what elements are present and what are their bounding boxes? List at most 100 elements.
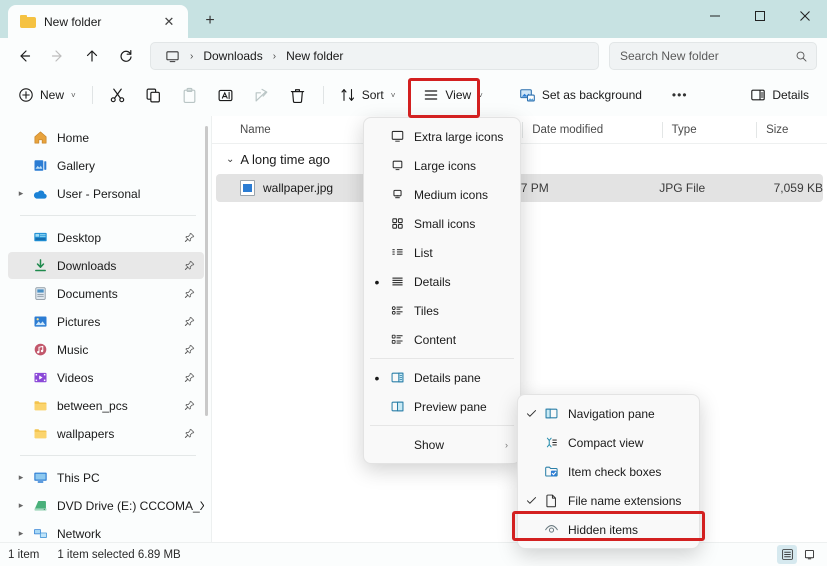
sidebar-item-wallpapers[interactable]: wallpapers — [8, 420, 204, 447]
sidebar-item-music[interactable]: Music — [8, 336, 204, 363]
sidebar-item-downloads[interactable]: Downloads — [8, 252, 204, 279]
pin-icon[interactable] — [184, 316, 196, 328]
pin-icon[interactable] — [184, 400, 196, 412]
sidebar-item-this-pc[interactable]: ▸ This PC — [8, 464, 204, 491]
chevron-right-icon[interactable]: ▸ — [12, 528, 30, 539]
details-pane-toggle-button[interactable]: Details — [742, 80, 817, 110]
menu-item-details[interactable]: • Details — [368, 267, 516, 296]
menu-item-label: Large icons — [414, 158, 477, 173]
sidebar-item-label: Pictures — [57, 314, 101, 329]
column-header-type[interactable]: Type — [661, 116, 756, 144]
pin-icon[interactable] — [184, 288, 196, 300]
menu-item-content[interactable]: Content — [368, 325, 516, 354]
view-button-label: View — [445, 88, 472, 102]
submenu-item-label: Item check boxes — [568, 464, 662, 479]
breadcrumb[interactable]: › Downloads › New folder — [150, 42, 599, 70]
menu-item-medium-icons[interactable]: Medium icons — [368, 180, 516, 209]
pin-icon[interactable] — [184, 344, 196, 356]
refresh-icon[interactable] — [110, 41, 142, 71]
set-as-background-button[interactable]: Set as background — [511, 80, 650, 110]
sidebar-item-label: User - Personal — [57, 186, 141, 201]
file-name-extensions-icon — [540, 493, 562, 508]
copy-button[interactable] — [137, 80, 171, 110]
pictures-icon — [30, 314, 50, 329]
menu-item-label: Preview pane — [414, 399, 487, 414]
menu-item-label: Details pane — [414, 370, 481, 385]
sidebar-divider — [20, 215, 196, 216]
view-button[interactable]: View ˅ — [415, 80, 490, 110]
search-placeholder: Search New folder — [620, 49, 719, 63]
chevron-right-icon[interactable]: ▸ — [12, 500, 30, 511]
close-icon[interactable] — [782, 0, 827, 32]
submenu-item-file-name-extensions[interactable]: File name extensions — [522, 486, 695, 515]
sidebar-item-dvd-drive[interactable]: ▸ DVD Drive (E:) CCCOMA_X64FRE_EN — [8, 492, 204, 519]
chevron-right-icon[interactable]: ▸ — [12, 188, 30, 199]
rename-button[interactable] — [209, 80, 243, 110]
sidebar-item-user-personal[interactable]: ▸ User - Personal — [8, 180, 204, 207]
pin-icon[interactable] — [184, 372, 196, 384]
new-button[interactable]: New ˅ — [10, 80, 84, 110]
sidebar-item-network[interactable]: ▸ Network — [8, 520, 204, 542]
submenu-item-navigation-pane[interactable]: Navigation pane — [522, 399, 695, 428]
menu-item-show[interactable]: Show › — [368, 430, 516, 459]
sidebar-item-pictures[interactable]: Pictures — [8, 308, 204, 335]
breadcrumb-item-new-folder[interactable]: New folder — [280, 47, 349, 65]
compact-view-icon — [540, 435, 562, 450]
menu-item-list[interactable]: List — [368, 238, 516, 267]
details-view-icon[interactable] — [777, 545, 797, 564]
chevron-right-icon[interactable]: ▸ — [12, 472, 30, 483]
breadcrumb-root-icon[interactable] — [159, 47, 186, 66]
menu-item-label: Extra large icons — [414, 129, 504, 144]
menu-item-small-icons[interactable]: Small icons — [368, 209, 516, 238]
menu-item-preview-pane[interactable]: Preview pane — [368, 392, 516, 421]
search-input[interactable]: Search New folder — [609, 42, 817, 70]
pin-icon[interactable] — [184, 232, 196, 244]
sidebar-item-gallery[interactable]: Gallery — [8, 152, 204, 179]
list-icon — [386, 245, 408, 260]
submenu-item-label: Compact view — [568, 435, 644, 450]
sidebar-item-label: wallpapers — [57, 426, 115, 441]
tab-new-folder[interactable]: New folder ✕ — [8, 5, 188, 38]
sidebar-item-documents[interactable]: Documents — [8, 280, 204, 307]
forward-arrow-icon — [42, 41, 74, 71]
submenu-item-compact-view[interactable]: Compact view — [522, 428, 695, 457]
sidebar-item-desktop[interactable]: Desktop — [8, 224, 204, 251]
menu-item-details-pane[interactable]: • Details pane — [368, 363, 516, 392]
back-arrow-icon[interactable] — [8, 41, 40, 71]
chevron-down-icon[interactable]: ⌄ — [226, 154, 234, 165]
sidebar-item-label: Music — [57, 342, 89, 357]
column-header-size[interactable]: Size — [756, 116, 827, 144]
submenu-item-label: Navigation pane — [568, 406, 655, 421]
maximize-icon[interactable] — [737, 0, 782, 32]
sort-button[interactable]: Sort ˅ — [332, 80, 404, 110]
sort-button-label: Sort — [361, 88, 384, 102]
column-header-date-modified[interactable]: Date modified — [522, 116, 661, 144]
sidebar-item-videos[interactable]: Videos — [8, 364, 204, 391]
sidebar-item-home[interactable]: Home — [8, 124, 204, 151]
set-as-background-label: Set as background — [541, 88, 642, 102]
delete-button[interactable] — [281, 80, 315, 110]
submenu-item-item-check-boxes[interactable]: Item check boxes — [522, 457, 695, 486]
new-tab-button[interactable]: + — [196, 7, 224, 35]
breadcrumb-item-downloads[interactable]: Downloads — [197, 47, 268, 65]
large-icons-view-icon[interactable] — [799, 545, 819, 564]
up-arrow-icon[interactable] — [76, 41, 108, 71]
file-name-label: wallpaper.jpg — [263, 181, 334, 195]
cut-button[interactable] — [101, 80, 135, 110]
show-submenu: Navigation pane Compact view Item check … — [517, 394, 700, 549]
submenu-item-label: Hidden items — [568, 522, 639, 537]
sidebar-item-between-pcs[interactable]: between_pcs — [8, 392, 204, 419]
close-tab-icon[interactable]: ✕ — [158, 11, 180, 33]
pin-icon[interactable] — [184, 428, 196, 440]
network-icon — [30, 526, 50, 541]
menu-item-large-icons[interactable]: Large icons — [368, 151, 516, 180]
submenu-item-hidden-items[interactable]: Hidden items — [522, 515, 695, 544]
sidebar-scrollbar[interactable] — [205, 126, 208, 416]
more-options-button[interactable]: ••• — [664, 80, 696, 110]
pin-icon[interactable] — [184, 260, 196, 272]
menu-item-tiles[interactable]: Tiles — [368, 296, 516, 325]
menu-item-extra-large-icons[interactable]: Extra large icons — [368, 122, 516, 151]
minimize-icon[interactable] — [692, 0, 737, 32]
sidebar-item-label: Network — [57, 526, 102, 541]
sidebar-item-label: Home — [57, 130, 90, 145]
